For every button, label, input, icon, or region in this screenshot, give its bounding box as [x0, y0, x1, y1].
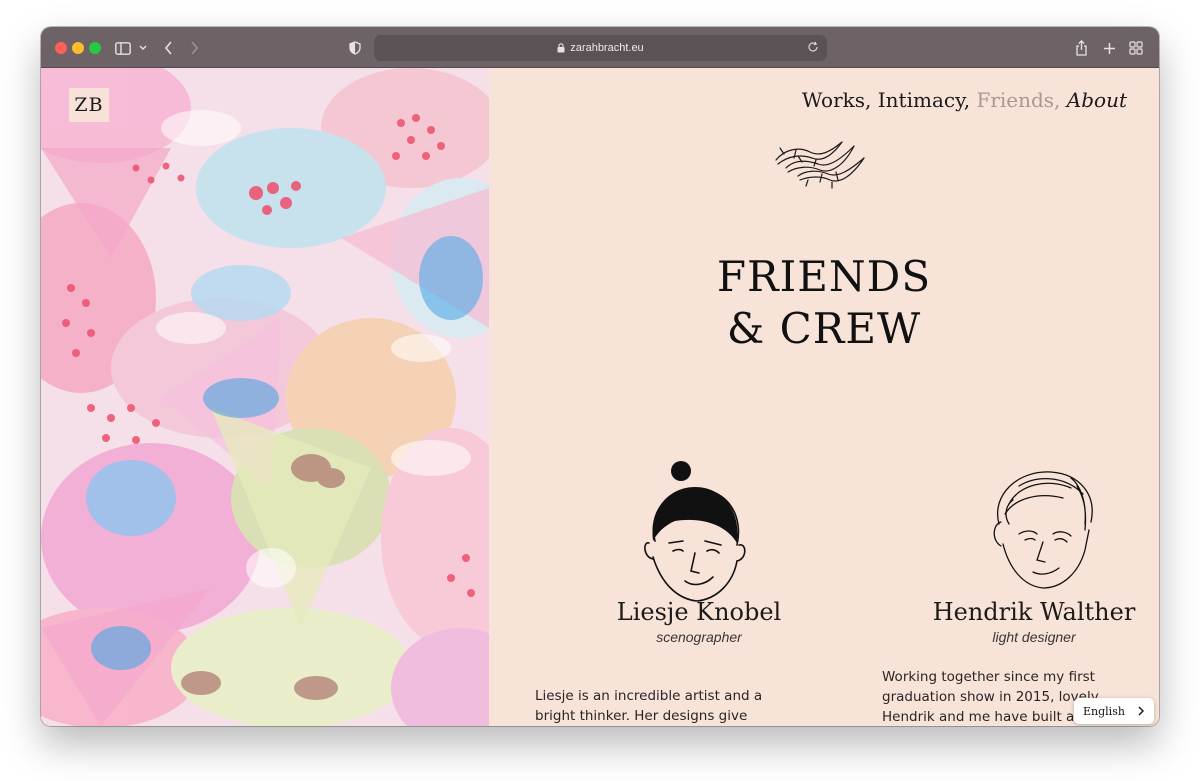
address-bar[interactable]: zarahbracht.eu: [374, 35, 827, 61]
chevron-down-icon[interactable]: [138, 38, 148, 58]
person-card: Liesje Knobel scenographer: [579, 598, 819, 645]
language-label: English: [1083, 704, 1125, 718]
language-switcher[interactable]: English: [1074, 698, 1154, 724]
nav-friends[interactable]: Friends,: [976, 88, 1060, 112]
watercolor-artwork: [41, 68, 489, 726]
minimize-window-button[interactable]: [72, 42, 84, 54]
chevron-right-icon: [1137, 705, 1145, 720]
zoom-window-button[interactable]: [89, 42, 101, 54]
person-card: Hendrik Walther light designer: [909, 598, 1159, 645]
page-title-line-2: & CREW: [726, 304, 922, 353]
close-window-button[interactable]: [55, 42, 67, 54]
url-text: zarahbracht.eu: [570, 42, 644, 54]
shield-icon[interactable]: [348, 38, 362, 58]
main-content: Works, Intimacy, Friends, About FRIENDS …: [489, 68, 1159, 726]
salamanders-icon: [775, 141, 865, 189]
site-nav: Works, Intimacy, Friends, About: [802, 88, 1127, 112]
site-logo[interactable]: ZB: [69, 88, 109, 122]
new-tab-icon[interactable]: [1101, 38, 1117, 58]
person-role: scenographer: [656, 629, 742, 645]
browser-window: zarahbracht.eu ZB Works, Intimacy, Frien…: [41, 27, 1159, 726]
person-role: light designer: [992, 629, 1076, 645]
artwork-panel: ZB: [41, 68, 489, 726]
liesje-portrait-icon: [644, 461, 746, 602]
nav-works[interactable]: Works,: [802, 88, 872, 112]
page-title-line-1: FRIENDS: [716, 252, 932, 301]
nav-about[interactable]: About: [1067, 88, 1127, 112]
sidebar-icon[interactable]: [114, 38, 132, 58]
person-name: Liesje Knobel: [616, 598, 782, 626]
share-icon[interactable]: [1073, 38, 1089, 58]
browser-toolbar: zarahbracht.eu: [41, 27, 1159, 68]
lock-icon: [557, 43, 565, 53]
forward-icon[interactable]: [187, 38, 201, 58]
reload-icon[interactable]: [807, 41, 819, 56]
tab-overview-icon[interactable]: [1128, 38, 1144, 58]
hendrik-portrait-icon: [993, 471, 1093, 589]
nav-intimacy[interactable]: Intimacy,: [878, 88, 970, 112]
back-icon[interactable]: [161, 38, 175, 58]
person-name: Hendrik Walther: [932, 598, 1136, 626]
person-bio: Liesje is an incredible artist and a bri…: [535, 688, 763, 724]
